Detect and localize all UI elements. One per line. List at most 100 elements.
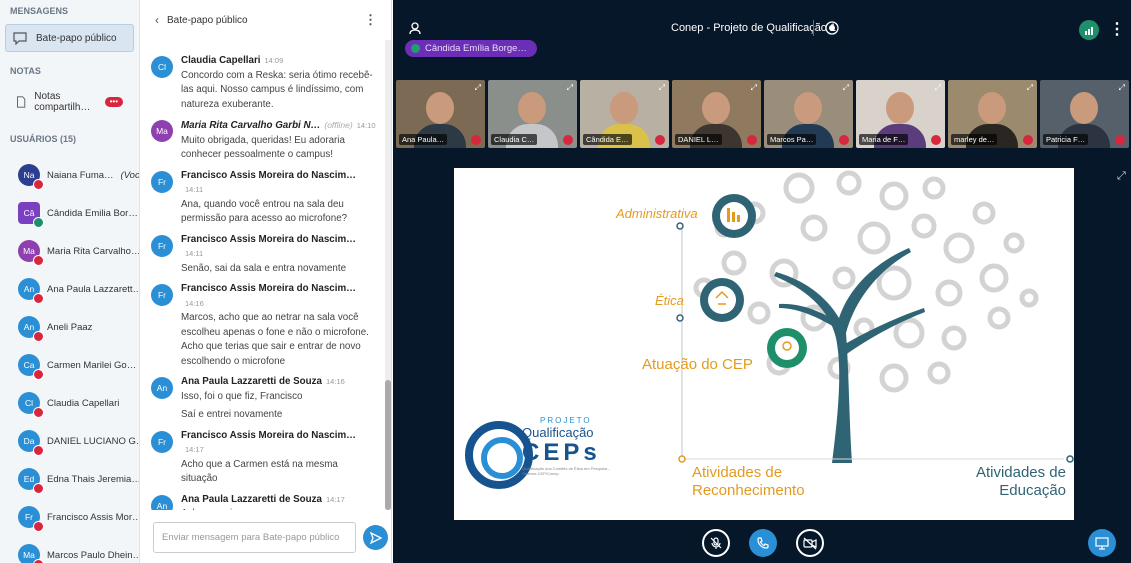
- user-avatar: Ma: [18, 240, 44, 266]
- chat-message-input[interactable]: Enviar mensagem para Bate-papo público: [153, 522, 356, 553]
- record-icon[interactable]: [825, 21, 839, 35]
- bottom-right-line1: Atividades de: [975, 464, 1066, 481]
- participant-video[interactable]: ⤢ marley de…: [948, 80, 1037, 148]
- microphone-muted-icon: [33, 445, 44, 456]
- user-list-item[interactable]: An Ana Paula Lazzarett…: [0, 270, 139, 308]
- leave-audio-button[interactable]: [749, 529, 777, 557]
- participant-video[interactable]: ⤢ Ana Paula…: [396, 80, 485, 148]
- expand-icon[interactable]: ⤢: [475, 83, 481, 93]
- send-button[interactable]: [363, 525, 388, 550]
- chat-bubble-icon: [13, 32, 27, 45]
- expand-icon[interactable]: ⤢: [567, 83, 573, 93]
- user-list-item[interactable]: Da DANIEL LUCIANO G…: [0, 422, 139, 460]
- user-avatar: An: [18, 316, 44, 342]
- message-text: Concordo com a Reska: seria ótimo recebê…: [181, 69, 373, 110]
- participant-video[interactable]: ⤢ Cândida E…: [580, 80, 669, 148]
- user-avatar: Ca: [18, 354, 44, 380]
- logo-line1: Qualificação: [522, 425, 594, 440]
- avatar-initials: An: [23, 322, 35, 332]
- microphone-off-icon: [710, 537, 722, 549]
- message-avatar-initials: Fr: [157, 176, 167, 187]
- avatar-initials: Ma: [23, 246, 35, 256]
- microphone-muted-icon: [33, 483, 44, 494]
- participant-video[interactable]: ⤢ DANIEL L…: [672, 80, 761, 148]
- avatar-initials: Fr: [24, 512, 34, 522]
- microphone-muted-icon: [931, 135, 941, 145]
- avatar-initials: Na: [23, 170, 35, 180]
- user-avatar: Ed: [18, 468, 44, 494]
- shared-notes-item[interactable]: Notas compartilh… •••: [0, 82, 139, 122]
- message-time: 14:11: [185, 185, 204, 194]
- message-avatar: Fr: [151, 430, 173, 453]
- participant-video[interactable]: ⤢ Claudia C…: [488, 80, 577, 148]
- expand-icon[interactable]: ⤢: [1027, 83, 1033, 93]
- participant-video[interactable]: ⤢ Patricia F…: [1040, 80, 1129, 148]
- expand-icon[interactable]: ⤢: [935, 83, 941, 93]
- microphone-muted-icon: [33, 179, 44, 190]
- notes-header: NOTAS: [10, 66, 41, 76]
- message-text: Marcos, acho que ao netrar na sala você …: [181, 312, 369, 367]
- chevron-left-icon[interactable]: ‹: [155, 13, 159, 27]
- participant-video[interactable]: ⤢ Marcos Pa…: [764, 80, 853, 148]
- chat-title: Bate-papo público: [167, 14, 248, 26]
- message-sender: Francisco Assis Moreira do Nascim…: [181, 169, 356, 181]
- chat-scrollbar[interactable]: [385, 40, 391, 510]
- message-time: 14:16: [185, 298, 204, 308]
- user-list-item[interactable]: An Aneli Paaz: [0, 308, 139, 346]
- user-list: Na Naiana Fuma… (Você) Câ Cândida Emilia…: [0, 156, 139, 563]
- public-chat-item[interactable]: Bate-papo público: [5, 24, 134, 52]
- expand-icon[interactable]: ⤢: [751, 83, 757, 93]
- meeting-area: Conep - Projeto de Qualificação 1 ⋮ Când…: [393, 0, 1131, 563]
- user-list-item[interactable]: Ca Carmen Marilei Go…: [0, 346, 139, 384]
- slide-item-atuacao: Atuação do CEP: [642, 356, 753, 373]
- user-avatar: Câ: [18, 202, 44, 228]
- message-text: Muito obrigada, queridas! Eu adoraria co…: [181, 134, 345, 161]
- title-divider: [813, 20, 814, 36]
- presentation-toggle-button[interactable]: [1088, 529, 1116, 557]
- participant-name: marley de…: [951, 134, 998, 145]
- microphone-muted-icon: [33, 293, 44, 304]
- participant-name: Claudia C…: [491, 134, 538, 145]
- project-logo: PROJETO Qualificação CEPs Qualificação d…: [522, 416, 642, 476]
- fullscreen-icon[interactable]: ⤢: [1117, 170, 1126, 183]
- participant-name: DANIEL L…: [675, 134, 722, 145]
- message-avatar-initials: An: [156, 383, 168, 393]
- connection-status-icon[interactable]: [1079, 20, 1099, 40]
- user-list-item[interactable]: Cl Claudia Capellari: [0, 384, 139, 422]
- more-options-icon[interactable]: ⋮: [364, 12, 377, 28]
- user-list-item[interactable]: Ma Marcos Paulo Dhein…: [0, 536, 139, 563]
- participant-name: Patricia F…: [1043, 134, 1089, 145]
- microphone-muted-icon: [1023, 135, 1033, 145]
- user-name: Cândida Emilia Bor…: [47, 207, 138, 219]
- user-avatar: Da: [18, 430, 44, 456]
- message-sender: Claudia Capellari: [181, 55, 261, 66]
- message-avatar-initials: An: [156, 500, 168, 511]
- participant-video[interactable]: ⤢ Maria de F…: [856, 80, 945, 148]
- message-text-2: Saí e entrei novamente: [181, 409, 283, 420]
- user-name: Naiana Fuma…: [47, 169, 114, 181]
- user-icon[interactable]: [409, 22, 421, 35]
- user-list-item[interactable]: Câ Cândida Emilia Bor…: [0, 194, 139, 232]
- avatar-initials: Ca: [23, 360, 35, 370]
- notes-badge: •••: [104, 97, 123, 107]
- expand-icon[interactable]: ⤢: [659, 83, 665, 93]
- user-avatar: Fr: [18, 506, 44, 532]
- options-menu-icon[interactable]: ⋮: [1109, 19, 1125, 39]
- expand-icon[interactable]: ⤢: [1119, 83, 1125, 93]
- user-name: Francisco Assis Mor…: [47, 511, 139, 523]
- user-list-item[interactable]: Ed Edna Thais Jeremia…: [0, 460, 139, 498]
- microphone-muted-icon: [747, 135, 757, 145]
- user-list-item[interactable]: Ma Maria Rita Carvalho…: [0, 232, 139, 270]
- share-webcam-button[interactable]: [796, 529, 824, 557]
- message-avatar-initials: Cl: [157, 62, 167, 72]
- user-list-item[interactable]: Na Naiana Fuma… (Você): [0, 156, 139, 194]
- message-sender: Francisco Assis Moreira do Nascim…: [181, 233, 356, 245]
- expand-icon[interactable]: ⤢: [843, 83, 849, 93]
- microphone-icon: [33, 217, 44, 228]
- mute-button[interactable]: [702, 529, 730, 557]
- message-sender: Francisco Assis Moreira do Nascim…: [181, 283, 356, 294]
- message-avatar: Fr: [151, 284, 173, 306]
- user-list-item[interactable]: Fr Francisco Assis Mor…: [0, 498, 139, 536]
- slide-item-etica: Ética: [655, 293, 684, 308]
- message-sender: Ana Paula Lazzaretti de Souza: [181, 493, 323, 505]
